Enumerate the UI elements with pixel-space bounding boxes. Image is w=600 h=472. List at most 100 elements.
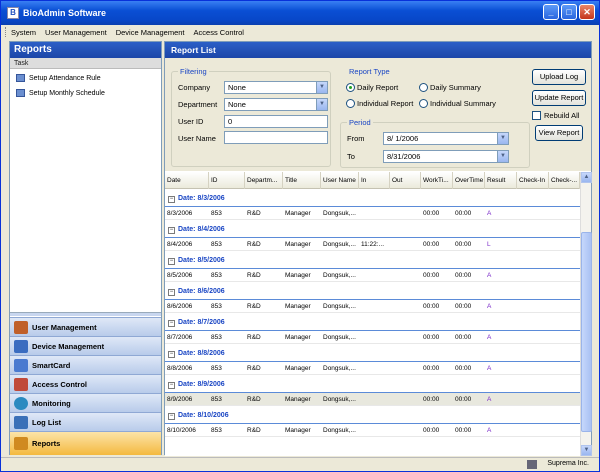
column-header[interactable]: Title: [283, 172, 321, 189]
user-name-input[interactable]: [224, 131, 328, 144]
collapse-icon[interactable]: −: [168, 413, 175, 420]
group-row[interactable]: − Date: 8/10/2006: [165, 410, 580, 424]
column-header[interactable]: In: [359, 172, 390, 189]
left-panel-header: Reports: [10, 42, 161, 58]
table-row[interactable]: 8/5/2006 853 R&D Manager Dongsuk,... 00:00 00:…: [165, 269, 580, 282]
table-row[interactable]: 8/8/2006 853 R&D Manager Dongsuk,... 00:00 00:…: [165, 362, 580, 375]
table-row[interactable]: 8/9/2006 853 R&D Manager Dongsuk,... 00:00 00:…: [165, 393, 580, 406]
device-icon: [14, 339, 28, 353]
collapse-icon[interactable]: −: [168, 382, 175, 389]
column-header[interactable]: Out: [390, 172, 421, 189]
group-row[interactable]: − Date: 8/5/2006: [165, 255, 580, 269]
user-id-input[interactable]: 0: [224, 115, 328, 128]
nav-splitter[interactable]: [10, 312, 161, 316]
nav-log-list[interactable]: Log List: [10, 412, 161, 431]
menu-device-management[interactable]: Device Management: [116, 28, 185, 37]
nav-monitoring[interactable]: Monitoring: [10, 393, 161, 412]
checkbox-icon: [532, 111, 541, 120]
maximize-button[interactable]: □: [561, 4, 577, 20]
menu-system[interactable]: System: [11, 28, 36, 37]
table-cell: Dongsuk,...: [323, 272, 356, 279]
table-cell: 853: [211, 272, 222, 279]
table-cell: 8/9/2006: [167, 396, 193, 403]
from-date-value: 8/ 1/2006: [387, 134, 419, 143]
table-row[interactable]: 8/3/2006 853 R&D Manager Dongsuk,... 00:00 00:…: [165, 207, 580, 220]
update-report-button[interactable]: Update Report: [532, 90, 586, 106]
chevron-down-icon[interactable]: ▼: [497, 151, 508, 162]
column-header[interactable]: Departm...: [245, 172, 283, 189]
department-select[interactable]: None ▼: [224, 98, 328, 111]
column-header[interactable]: Check-...: [549, 172, 580, 189]
table-cell: 8/4/2006: [167, 241, 193, 248]
report-list-panel: Report List Filtering Company None ▼ Dep…: [164, 41, 592, 456]
collapse-icon[interactable]: −: [168, 289, 175, 296]
scroll-thumb[interactable]: [581, 232, 592, 432]
table-cell: 8/8/2006: [167, 365, 193, 372]
vertical-scrollbar[interactable]: ▲ ▼: [580, 172, 592, 456]
from-date-picker[interactable]: 8/ 1/2006 ▼: [383, 132, 509, 145]
left-panel: Reports Task Setup Attendance Rule Setup…: [9, 41, 162, 455]
collapse-icon[interactable]: −: [168, 258, 175, 265]
table-cell: [359, 207, 390, 220]
chevron-down-icon[interactable]: ▼: [316, 82, 327, 93]
app-icon: B: [7, 7, 19, 19]
table-cell: [359, 300, 390, 313]
nav-smartcard[interactable]: SmartCard: [10, 355, 161, 374]
radio-individual-report[interactable]: Individual Report: [346, 99, 413, 108]
menu-access-control[interactable]: Access Control: [194, 28, 244, 37]
grid-body: − Date: 8/3/2006 8/3/2006 853 R&D Manager Dong…: [165, 193, 580, 437]
nav-user-management[interactable]: User Management: [10, 317, 161, 336]
task-setup-attendance-rule[interactable]: Setup Attendance Rule: [10, 72, 161, 84]
column-header[interactable]: Check-In: [517, 172, 549, 189]
table-cell: Manager: [285, 365, 311, 372]
chevron-down-icon[interactable]: ▼: [497, 133, 508, 144]
upload-log-button[interactable]: Upload Log: [532, 69, 586, 85]
group-row[interactable]: − Date: 8/7/2006: [165, 317, 580, 331]
column-header[interactable]: OverTime: [453, 172, 485, 189]
collapse-icon[interactable]: −: [168, 196, 175, 203]
table-row[interactable]: 8/7/2006 853 R&D Manager Dongsuk,... 00:00 00:…: [165, 331, 580, 344]
collapse-icon[interactable]: −: [168, 351, 175, 358]
group-row[interactable]: − Date: 8/3/2006: [165, 193, 580, 207]
nav-device-management[interactable]: Device Management: [10, 336, 161, 355]
menu-user-management[interactable]: User Management: [45, 28, 107, 37]
collapse-icon[interactable]: −: [168, 320, 175, 327]
group-row[interactable]: − Date: 8/9/2006: [165, 379, 580, 393]
group-label: Date: 8/4/2006: [178, 226, 225, 233]
radio-daily-summary[interactable]: Daily Summary: [419, 83, 481, 92]
close-button[interactable]: ✕: [579, 4, 595, 20]
company-select[interactable]: None ▼: [224, 81, 328, 94]
minimize-button[interactable]: _: [543, 4, 559, 20]
title-bar[interactable]: B BioAdmin Software _ □ ✕: [1, 1, 599, 25]
rebuild-all-checkbox[interactable]: Rebuild All: [532, 111, 579, 120]
radio-individual-summary[interactable]: Individual Summary: [419, 99, 496, 108]
column-header[interactable]: ID: [209, 172, 245, 189]
scroll-up-icon[interactable]: ▲: [581, 172, 592, 183]
collapse-icon[interactable]: −: [168, 227, 175, 234]
table-row[interactable]: 8/6/2006 853 R&D Manager Dongsuk,... 00:00 00:…: [165, 300, 580, 313]
group-label: Date: 8/6/2006: [178, 288, 225, 295]
group-row[interactable]: − Date: 8/4/2006: [165, 224, 580, 238]
scroll-down-icon[interactable]: ▼: [581, 445, 592, 456]
chevron-down-icon[interactable]: ▼: [316, 99, 327, 110]
nav-access-control[interactable]: Access Control: [10, 374, 161, 393]
radio-daily-report[interactable]: Daily Report: [346, 83, 398, 92]
group-row[interactable]: − Date: 8/8/2006: [165, 348, 580, 362]
group-row[interactable]: − Date: 8/6/2006: [165, 286, 580, 300]
table-row[interactable]: 8/10/2006 853 R&D Manager Dongsuk,... 00:00 00…: [165, 424, 580, 437]
column-header[interactable]: WorkTi...: [421, 172, 453, 189]
column-header[interactable]: User Name: [321, 172, 359, 189]
table-cell: 8/6/2006: [167, 303, 193, 310]
view-report-button[interactable]: View Report: [535, 125, 583, 141]
table-cell: 8/7/2006: [167, 334, 193, 341]
group-label: Date: 8/3/2006: [178, 195, 225, 202]
radio-icon: [346, 99, 355, 108]
table-row[interactable]: 8/4/2006 853 R&D Manager Dongsuk,... 11:22:..…: [165, 238, 580, 251]
column-header[interactable]: Date: [165, 172, 209, 189]
column-header[interactable]: Result: [485, 172, 517, 189]
table-cell: Dongsuk,...: [323, 427, 356, 434]
table-cell: 00:00: [455, 365, 472, 372]
to-date-picker[interactable]: 8/31/2006 ▼: [383, 150, 509, 163]
nav-reports[interactable]: Reports: [10, 431, 161, 455]
task-setup-monthly-schedule[interactable]: Setup Monthly Schedule: [10, 87, 161, 99]
